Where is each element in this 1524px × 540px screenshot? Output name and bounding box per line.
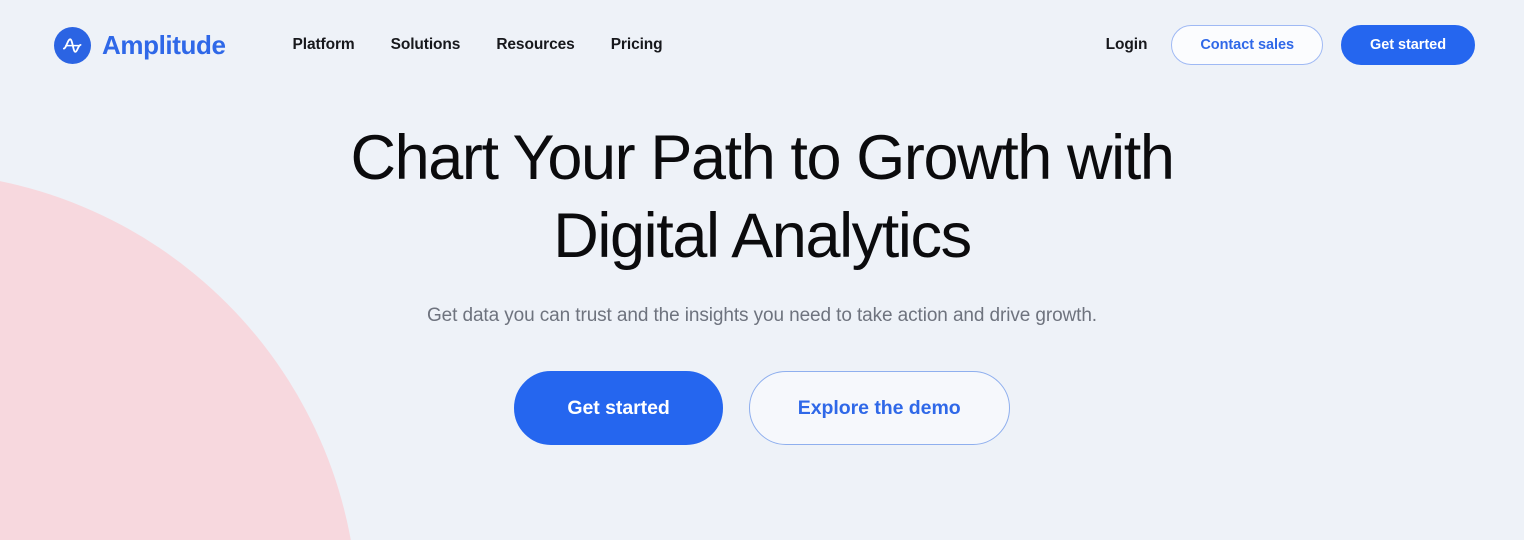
nav-item-pricing[interactable]: Pricing [593,28,681,62]
brand-logo-link[interactable]: Amplitude [54,26,226,64]
nav-item-resources[interactable]: Resources [478,28,592,62]
page-root: Amplitude Platform Solutions Resources P… [0,0,1524,540]
amplitude-logo-icon [54,26,91,64]
nav-item-platform[interactable]: Platform [275,28,373,62]
contact-sales-button[interactable]: Contact sales [1171,25,1323,65]
hero-cta-group: Get started Explore the demo [0,371,1524,445]
hero-title: Chart Your Path to Growth with Digital A… [0,119,1524,275]
explore-demo-button[interactable]: Explore the demo [748,371,1010,445]
site-header: Amplitude Platform Solutions Resources P… [0,0,1524,90]
login-link[interactable]: Login [1100,28,1154,62]
hero-subtitle: Get data you can trust and the insights … [427,305,1097,326]
hero-title-line-1: Chart Your Path to Growth with [350,123,1175,193]
hero-title-line-2: Digital Analytics [553,201,972,271]
hero-get-started-button[interactable]: Get started [514,371,723,445]
nav-item-solutions[interactable]: Solutions [373,28,479,62]
primary-nav: Platform Solutions Resources Pricing [275,28,681,62]
header-get-started-button[interactable]: Get started [1341,25,1475,65]
header-actions: Login Contact sales Get started [1100,25,1475,65]
hero-section: Chart Your Path to Growth with Digital A… [0,90,1524,445]
brand-wordmark: Amplitude [102,30,226,60]
